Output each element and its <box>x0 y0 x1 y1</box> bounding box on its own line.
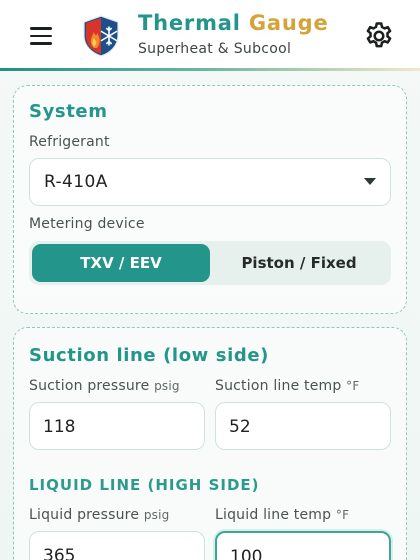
suction-temp-label: Suction line temp °F <box>215 378 360 394</box>
chevron-down-icon <box>364 178 376 185</box>
liquid-pressure-label: Liquid pressure psig <box>29 507 170 523</box>
app-title-part1: Thermal <box>138 11 241 35</box>
suction-pressure-input[interactable]: 118 <box>29 402 205 450</box>
segment-txv-eev[interactable]: TXV / EEV <box>32 244 210 282</box>
metering-device-label: Metering device <box>29 216 145 232</box>
suction-temp-input[interactable]: 52 <box>215 402 391 450</box>
liquid-section-title: LIQUID LINE (HIGH SIDE) <box>29 476 260 494</box>
header-accent-bar <box>0 68 420 71</box>
refrigerant-label: Refrigerant <box>29 134 110 150</box>
liquid-pressure-unit: psig <box>143 508 170 522</box>
hamburger-menu-icon[interactable] <box>24 22 58 50</box>
suction-section-title: Suction line (low side) <box>29 345 269 366</box>
refrigerant-value: R-410A <box>44 172 108 192</box>
app-subtitle: Superheat & Subcool <box>138 41 292 57</box>
suction-temp-unit: °F <box>346 379 360 393</box>
refrigerant-select[interactable]: R-410A <box>29 158 391 206</box>
system-section-title: System <box>29 101 108 122</box>
liquid-pressure-input[interactable]: 365 <box>29 531 205 560</box>
suction-pressure-label: Suction pressure psig <box>29 378 180 394</box>
liquid-temp-input[interactable]: 100 <box>215 531 391 560</box>
app-header: Thermal Gauge Superheat & Subcool <box>0 0 420 70</box>
liquid-temp-label: Liquid line temp °F <box>215 507 350 523</box>
app-title: Thermal Gauge <box>138 11 329 35</box>
app-logo <box>83 15 119 57</box>
segment-piston-fixed[interactable]: Piston / Fixed <box>210 244 388 282</box>
gear-icon[interactable] <box>363 20 395 52</box>
app-title-part2: Gauge <box>248 11 329 35</box>
metering-device-toggle: TXV / EEV Piston / Fixed <box>29 241 391 285</box>
liquid-temp-unit: °F <box>335 508 350 522</box>
suction-pressure-unit: psig <box>154 379 180 393</box>
